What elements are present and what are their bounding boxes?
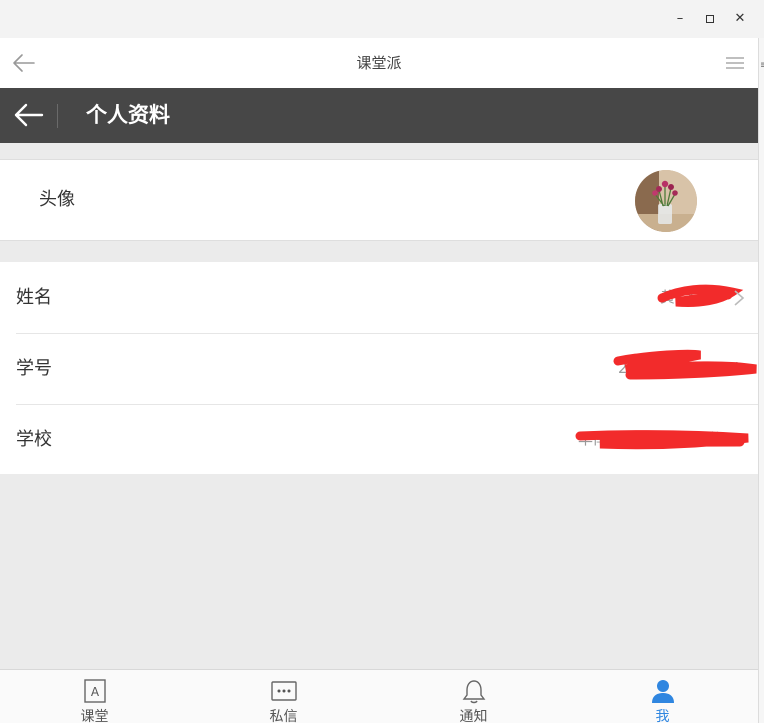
- tab-class[interactable]: A 课堂: [0, 670, 189, 725]
- chevron-right-icon: [734, 290, 745, 306]
- list-item-student-id[interactable]: 学号 2017XXXXXXXX: [0, 333, 758, 404]
- student-id-label: 学号: [16, 358, 52, 379]
- bell-icon: [462, 680, 486, 704]
- page-header: 个人资料: [0, 88, 758, 143]
- header-divider: [57, 104, 58, 128]
- user-icon: [652, 680, 674, 703]
- tab-label: 课堂: [80, 709, 109, 725]
- page-title: 个人资料: [86, 103, 170, 127]
- student-id-value: 2017XXXXXXXX: [618, 359, 739, 377]
- maximize-icon: [706, 15, 714, 23]
- school-label: 学校: [16, 429, 52, 450]
- info-list: 姓名 黄XXX 学号 2017XXXXXXXX 学校 华南XXXXXXXX大学: [0, 262, 758, 474]
- tab-label: 通知: [459, 709, 488, 725]
- window-edge: ≡: [758, 38, 764, 723]
- tab-label: 私信: [269, 709, 298, 725]
- bottom-tab-bar: A 课堂 私信 通知 我: [0, 669, 758, 725]
- name-value: 黄XXX: [660, 288, 706, 306]
- hamburger-menu-icon[interactable]: [726, 56, 744, 70]
- school-value: 华南XXXXXXXX大学: [578, 430, 721, 448]
- svg-text:A: A: [91, 685, 100, 699]
- name-label: 姓名: [16, 287, 52, 308]
- list-item-school[interactable]: 学校 华南XXXXXXXX大学: [0, 404, 758, 475]
- tab-messages[interactable]: 私信: [189, 670, 378, 725]
- profile-content: 头像 姓名 黄XXX 学号 2017XXXXXXXX 学校 华南XXXXXXXX…: [0, 143, 758, 669]
- avatar-row[interactable]: 头像: [0, 159, 758, 241]
- tab-notifications[interactable]: 通知: [379, 670, 568, 725]
- minimize-button[interactable]: –: [672, 11, 688, 27]
- app-title: 课堂派: [356, 54, 402, 72]
- class-icon: A: [84, 679, 106, 703]
- tab-label: 我: [655, 709, 670, 725]
- list-item-name[interactable]: 姓名 黄XXX: [0, 262, 758, 333]
- avatar[interactable]: [635, 170, 697, 232]
- arrow-left-icon[interactable]: [14, 102, 44, 128]
- avatar-image: [635, 170, 697, 232]
- tab-me[interactable]: 我: [568, 670, 757, 725]
- maximize-button[interactable]: [702, 11, 718, 27]
- window-titlebar: – ✕: [0, 0, 764, 38]
- close-button[interactable]: ✕: [732, 11, 748, 27]
- app-bar: 课堂派: [0, 38, 764, 88]
- redaction-mark: [657, 284, 744, 307]
- message-icon: [271, 681, 297, 701]
- avatar-label: 头像: [39, 189, 75, 210]
